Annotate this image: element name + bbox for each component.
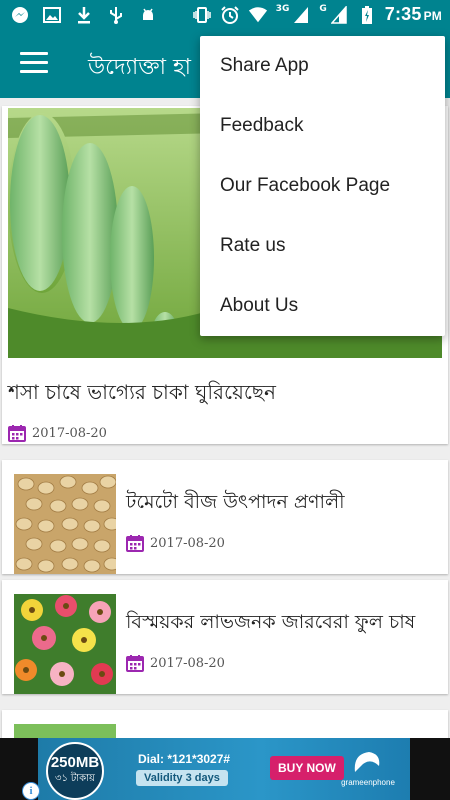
article-date-row: 2017-08-20 bbox=[8, 424, 107, 442]
article-thumbnail bbox=[14, 724, 116, 738]
ad-offer-bubble: 250MB ৩১ টাকায় bbox=[46, 742, 104, 800]
article-date-row: 2017-08-20 bbox=[126, 654, 225, 672]
ad-creative[interactable]: 250MB ৩১ টাকায় Dial: *121*3027# Validit… bbox=[38, 738, 410, 800]
download-icon bbox=[74, 5, 94, 25]
usb-icon bbox=[106, 5, 126, 25]
alarm-icon bbox=[220, 5, 240, 25]
calendar-icon bbox=[126, 655, 144, 672]
gallery-icon bbox=[42, 5, 62, 25]
system-icons: 3G G 7:35 PM bbox=[192, 4, 442, 25]
ad-info-icon[interactable]: i bbox=[22, 782, 40, 800]
messenger-icon bbox=[10, 5, 30, 25]
article-title[interactable]: শসা চাষে ভাগ্যের চাকা ঘুরিয়েছেন bbox=[8, 378, 276, 411]
notification-icons bbox=[10, 5, 158, 25]
network-type-3g: 3G bbox=[275, 3, 290, 14]
menu-item-about-us[interactable]: About Us bbox=[200, 276, 445, 336]
article-date: 2017-08-20 bbox=[32, 425, 107, 441]
status-bar: 3G G 7:35 PM bbox=[0, 0, 450, 32]
overflow-menu: Share App Feedback Our Facebook Page Rat… bbox=[200, 36, 445, 336]
menu-item-facebook-page[interactable]: Our Facebook Page bbox=[200, 156, 445, 216]
ad-dial-code: Dial: *121*3027# bbox=[138, 752, 231, 766]
article-card[interactable]: টমেটো বীজ উৎপাদন প্রণালী 2017-08-20 bbox=[2, 460, 448, 574]
gerbera-flowers-image bbox=[14, 594, 116, 694]
ad-banner[interactable]: 250MB ৩১ টাকায় Dial: *121*3027# Validit… bbox=[0, 738, 450, 800]
article-date-row: 2017-08-20 bbox=[126, 534, 225, 552]
article-date: 2017-08-20 bbox=[150, 655, 225, 671]
vibrate-icon bbox=[192, 5, 212, 25]
battery-charging-icon bbox=[357, 5, 377, 25]
buy-now-button[interactable]: BUY NOW bbox=[270, 756, 344, 780]
tomato-seeds-image bbox=[14, 474, 116, 574]
signal-icon-2 bbox=[329, 5, 349, 25]
article-card[interactable]: বিস্ময়কর লাভজনক জারবেরা ফুল চাষ 2017-08… bbox=[2, 580, 448, 694]
network-type-g: G bbox=[319, 3, 327, 14]
android-debug-icon bbox=[138, 5, 158, 25]
calendar-icon bbox=[8, 425, 26, 442]
grameenphone-logo: grameenphone bbox=[338, 748, 398, 790]
article-card[interactable] bbox=[2, 710, 448, 738]
calendar-icon bbox=[126, 535, 144, 552]
ad-validity: Validity 3 days bbox=[136, 770, 228, 786]
wifi-icon bbox=[248, 5, 268, 25]
signal-icon-1 bbox=[291, 5, 311, 25]
clock: 7:35 PM bbox=[384, 4, 442, 24]
article-title[interactable]: টমেটো বীজ উৎপাদন প্রণালী bbox=[126, 488, 345, 520]
menu-item-feedback[interactable]: Feedback bbox=[200, 96, 445, 156]
menu-item-share-app[interactable]: Share App bbox=[200, 36, 445, 96]
menu-item-rate-us[interactable]: Rate us bbox=[200, 216, 445, 276]
article-title[interactable]: বিস্ময়কর লাভজনক জারবেরা ফুল চাষ bbox=[126, 608, 415, 640]
article-date: 2017-08-20 bbox=[150, 535, 225, 551]
menu-icon[interactable] bbox=[20, 52, 48, 78]
app-title: উদ্যোক্তা হা bbox=[88, 55, 191, 80]
